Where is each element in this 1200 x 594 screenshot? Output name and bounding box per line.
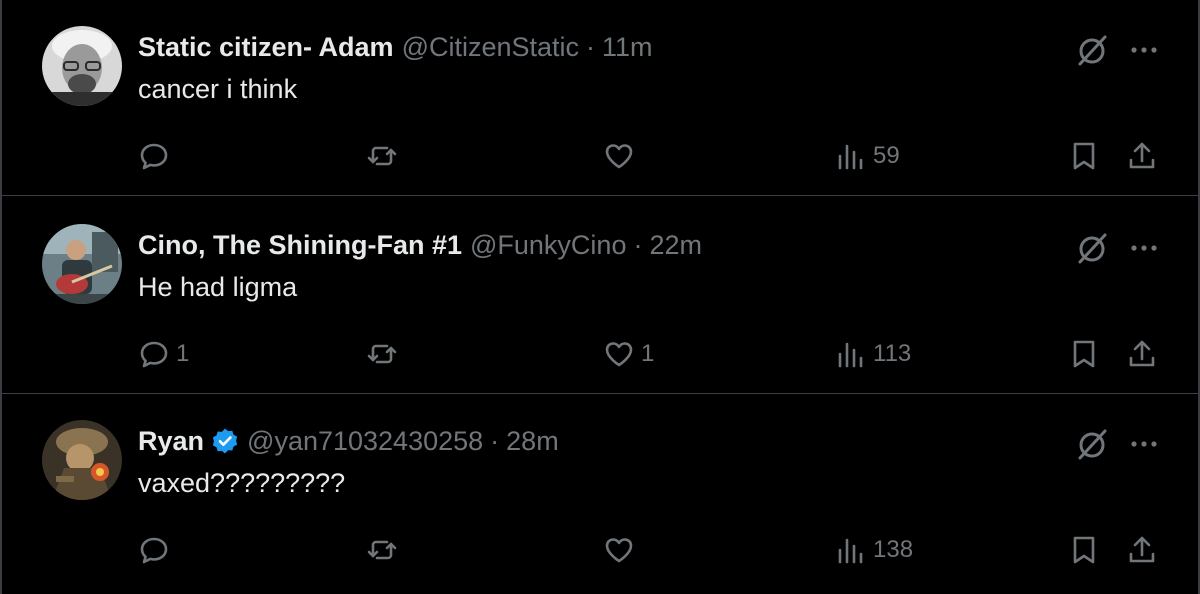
share-button[interactable] [1126, 138, 1158, 174]
heart-icon [605, 144, 633, 169]
heart-icon [605, 342, 633, 367]
action-bar: 59 [2, 0, 1200, 196]
reply-button[interactable] [138, 532, 176, 568]
bookmark-icon [1073, 536, 1095, 564]
view-count: 59 [873, 142, 900, 169]
views-button[interactable]: 113 [835, 336, 911, 372]
action-bar: 1 1 113 [2, 198, 1200, 394]
reply-button[interactable]: 1 [138, 336, 189, 372]
bookmark-button[interactable] [1068, 336, 1100, 372]
repost-arrows-icon [367, 344, 397, 364]
repost-arrows-icon [367, 146, 397, 166]
repost-button[interactable] [366, 532, 398, 568]
views-button[interactable]: 59 [835, 138, 900, 174]
bookmark-icon [1073, 142, 1095, 170]
like-count: 1 [641, 340, 655, 367]
repost-button[interactable] [366, 138, 398, 174]
bar-chart-icon [838, 538, 863, 564]
reply-thread: Static citizen- Adam @CitizenStatic · 11… [0, 0, 1200, 594]
share-button[interactable] [1126, 336, 1158, 372]
reply-count: 1 [176, 340, 190, 367]
bookmark-button[interactable] [1068, 532, 1100, 568]
speech-bubble-icon [140, 537, 168, 564]
heart-icon [605, 538, 633, 563]
bookmark-button[interactable] [1068, 138, 1100, 174]
action-bar: 138 [2, 394, 1200, 590]
reply-item[interactable]: Ryan @yan71032430258 · 28m vaxed????????… [2, 394, 1200, 590]
speech-bubble-icon [140, 143, 168, 170]
divider [2, 195, 1200, 196]
view-count: 113 [873, 340, 912, 367]
bar-chart-icon [838, 342, 863, 368]
reply-button[interactable] [138, 138, 176, 174]
view-count: 138 [873, 536, 914, 563]
bookmark-icon [1073, 340, 1095, 368]
repost-button[interactable] [366, 336, 398, 372]
share-upload-icon [1129, 536, 1155, 563]
like-button[interactable] [603, 138, 641, 174]
like-button[interactable]: 1 [603, 336, 654, 372]
bar-chart-icon [838, 144, 863, 170]
views-button[interactable]: 138 [835, 532, 913, 568]
share-upload-icon [1129, 340, 1155, 367]
share-upload-icon [1129, 142, 1155, 169]
speech-bubble-icon [140, 341, 168, 368]
like-button[interactable] [603, 532, 641, 568]
repost-arrows-icon [367, 540, 397, 560]
share-button[interactable] [1126, 532, 1158, 568]
reply-item[interactable]: Static citizen- Adam @CitizenStatic · 11… [2, 0, 1200, 196]
reply-item[interactable]: Cino, The Shining-Fan #1 @FunkyCino · 22… [2, 198, 1200, 394]
